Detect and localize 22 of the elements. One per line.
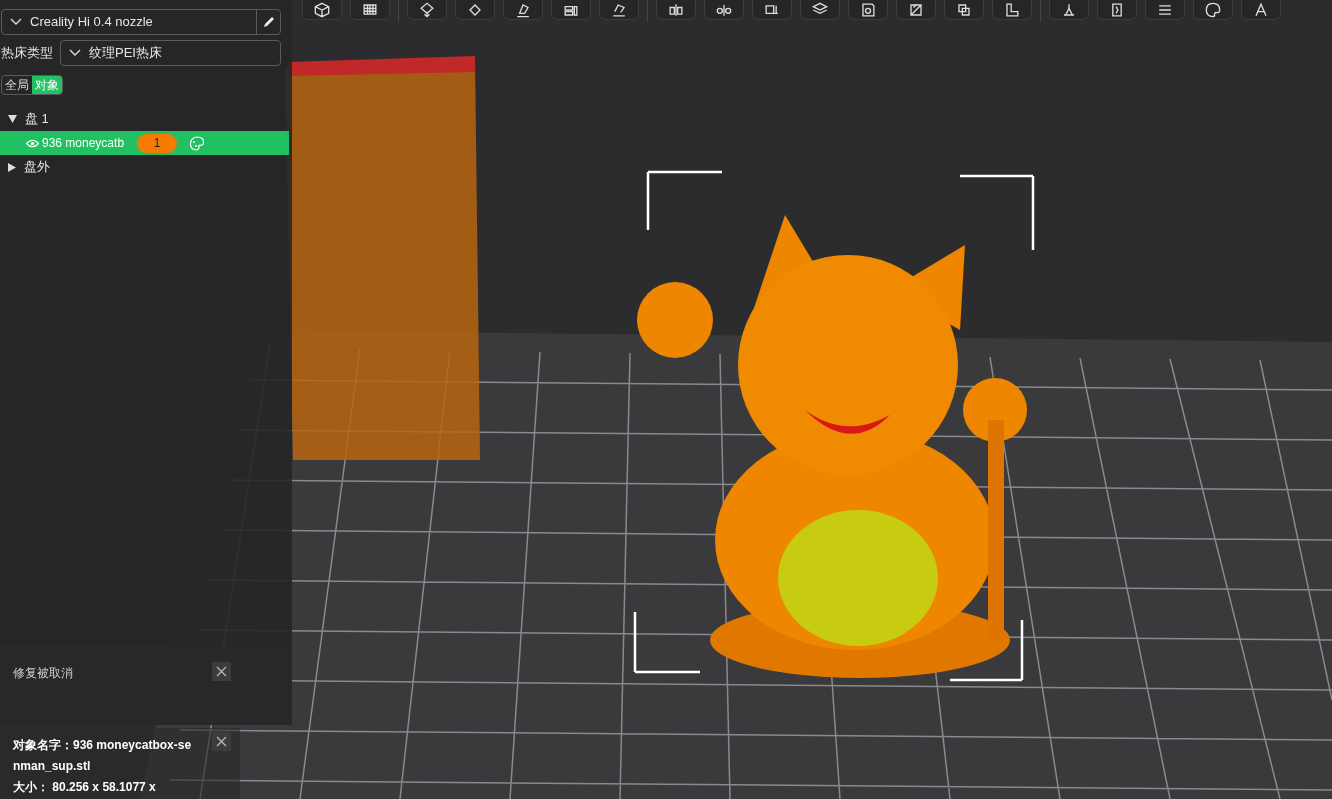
notification-text: nman_sup.stl <box>13 758 91 775</box>
collapsed-triangle-icon[interactable] <box>8 162 16 172</box>
plate-label[interactable]: 盘外 <box>24 157 50 177</box>
chevron-down-icon <box>69 49 81 57</box>
notification-text: 修复被取消 <box>13 665 73 682</box>
object-name: 936 moneycatb <box>42 135 126 152</box>
cube-icon <box>312 0 332 20</box>
palette-icon <box>1203 0 1223 20</box>
notification-text: 对象名字：936 moneycatbox-se <box>13 737 192 754</box>
bed-type-label: 热床类型 <box>1 44 54 63</box>
bed-type-dropdown[interactable]: 纹理PEI热床 <box>60 40 281 66</box>
tab[interactable]: 全局 <box>2 76 32 94</box>
plate-label[interactable]: 盘 1 <box>25 109 49 129</box>
close-icon <box>216 666 227 677</box>
close-button[interactable] <box>212 662 231 681</box>
close-icon <box>216 736 227 747</box>
notification-text: 大小： 80.256 x 58.1077 x <box>13 779 156 796</box>
chevron-down-icon <box>10 18 22 26</box>
expanded-triangle-icon[interactable] <box>8 115 17 123</box>
close-button[interactable] <box>212 732 231 751</box>
count-badge: 1 <box>137 133 177 153</box>
pencil-icon <box>261 15 276 29</box>
